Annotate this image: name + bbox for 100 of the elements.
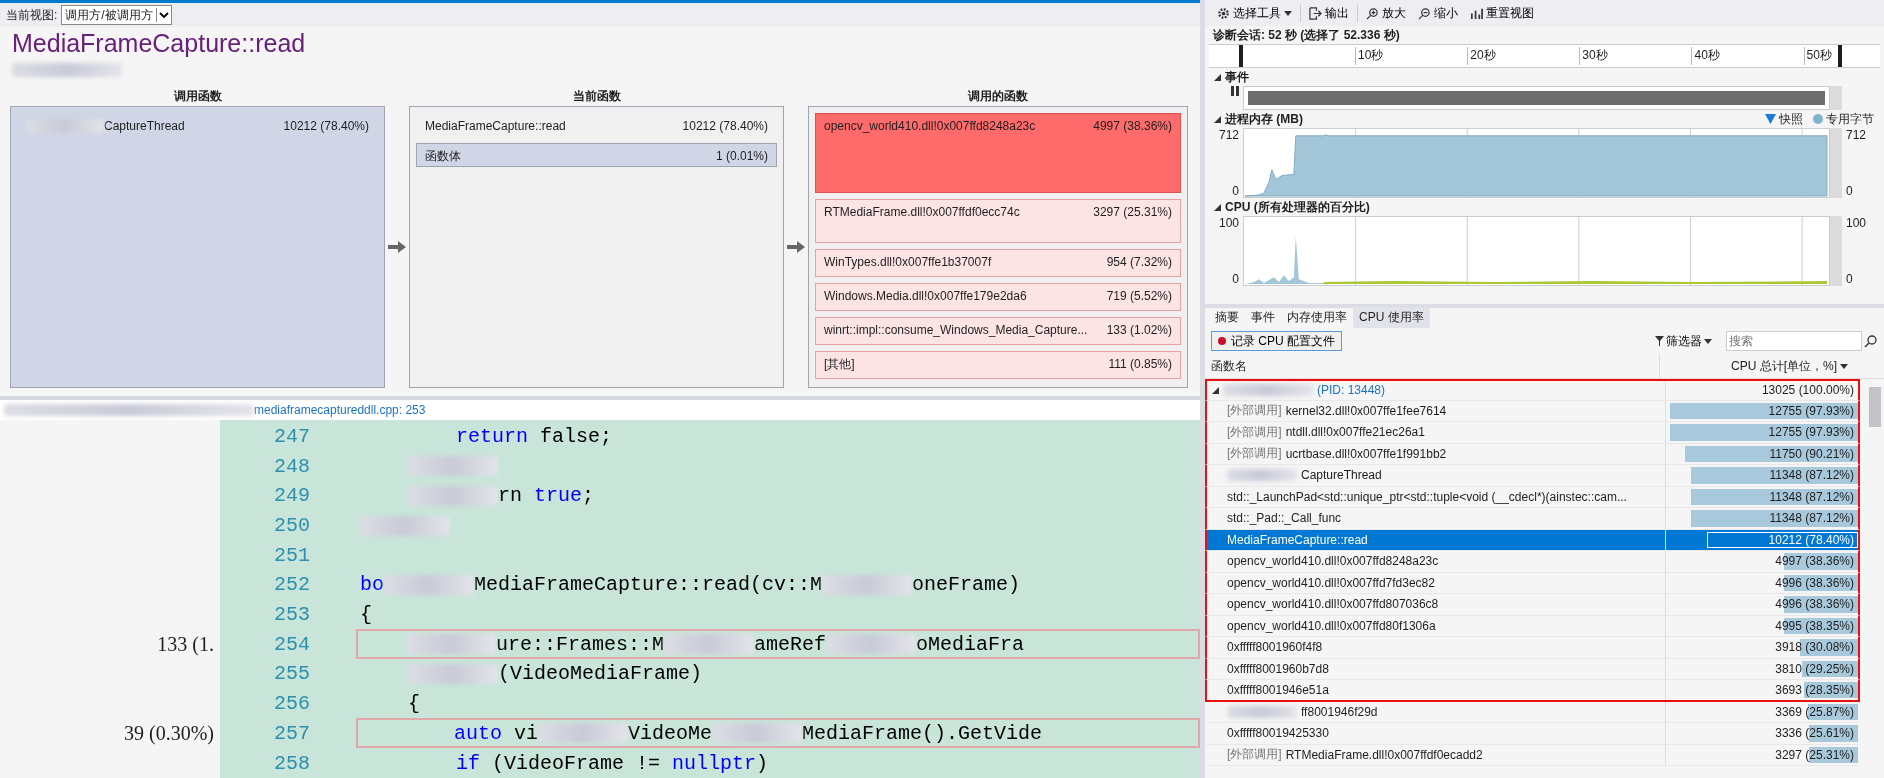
tree-row[interactable]: 0xfffff80019425330 3336 (25.61%) [1205,723,1860,745]
record-icon [1218,337,1226,345]
view-dropdown[interactable]: 调用方/被调用方 [61,5,172,25]
range-handle[interactable] [1239,45,1243,67]
function-name: std::_Pad::_Call_func [1227,511,1342,526]
tree-row[interactable]: opencv_world410.dll!0x007ffd80f1306a 4995 (38.35%) [1205,615,1860,637]
sample-count: 10212 (78.40%) [283,118,369,134]
tree-row[interactable]: 0xfffff8001946e51a 3693 (28.35%) [1205,680,1860,702]
toolbar-button[interactable]: 放大 [1362,2,1410,24]
code-text: ameRef [754,632,827,656]
axis-label: 100 [1846,216,1867,230]
tree-row[interactable]: MediaFrameCapture::read 10212 (78.40%) [1205,529,1860,551]
cpu-value: 11348 (87.12%) [1769,468,1854,483]
caret-icon [155,8,171,22]
callee-item[interactable]: winrt::impl::consume_Windows_Media_Capture... 133 (1.02%) [815,317,1181,345]
tree-row[interactable]: opencv_world410.dll!0x007ffd7fd3ec82 4996 (38.36%) [1205,572,1860,594]
callee-item[interactable]: WinTypes.dll!0x007ffe1b37007f 954 (7.32%) [815,249,1181,277]
gear-icon [1217,6,1230,20]
code-keyword: return [456,425,528,449]
callee-item[interactable]: [其他] 111 (0.85%) [815,351,1181,379]
call-type-label: [外部调用] [1227,423,1282,441]
tree-row[interactable]: 0xfffff8001960f4f8 3918 (30.08%) [1205,637,1860,659]
tree-row[interactable]: [外部调用] ntdll.dll!0x007ffe21ec26a1 12755 (97.93%) [1205,422,1860,444]
callee-item[interactable]: opencv_world410.dll!0x007ffd8248a23c 4997 (38.36%) [815,113,1181,193]
tab[interactable]: 内存使用率 [1281,307,1353,328]
expand-toggle-icon[interactable] [1213,73,1221,81]
tab[interactable]: 事件 [1245,307,1281,328]
function-name: 0xfffff8001960f4f8 [1227,640,1323,655]
function-name: MediaFrameCapture::read [425,118,566,134]
pause-icon [1231,86,1239,96]
function-name: 函数体 [425,148,461,164]
code-text: ) [756,751,769,775]
tree-row[interactable]: [外部调用] RTMediaFrame.dll!0x007ffdf0ecadd2 3297 (25.31%) [1205,744,1860,766]
cpu-value: 3336 (25.61%) [1775,726,1854,741]
process-name: (PID: 13448) [1317,383,1386,398]
column-header[interactable]: 函数名 [1205,354,1659,378]
code-text: { [408,692,420,716]
tab[interactable]: CPU 使用率 [1353,307,1430,328]
line-number: 251 [273,543,311,567]
hit-count: 39 (0.30%) [124,722,214,746]
code-text: MediaFrameCapture::read(cv::M [474,573,823,597]
record-button[interactable]: 记录 CPU 配置文件 [1211,331,1342,351]
cpu-value: 13025 (100.00%) [1761,383,1854,398]
zoom-in-icon [1366,6,1379,20]
file-path-link[interactable]: mediaframecaptureddll.cpp: 253 [254,403,426,417]
caret-icon [1284,10,1292,16]
code-text: vi [513,721,539,745]
line-number: 258 [273,751,311,775]
ruler-tick: 20秒 [1467,47,1496,65]
search-field[interactable]: 搜索 [1726,331,1862,351]
line-number: 257 [273,721,311,745]
tree-row[interactable]: opencv_world410.dll!0x007ffd8248a23c 4997 (38.36%) [1205,551,1860,573]
sample-count: 1 (0.01%) [715,148,768,164]
function-name: opencv_world410.dll!0x007ffd807036c8 [1227,597,1439,612]
section-heading: 进程内存 (MB) [1225,110,1303,128]
code-text: VideoMe [628,721,713,745]
toolbar-button[interactable]: 输出 [1305,2,1353,24]
function-body-item[interactable]: 函数体 1 (0.01%) [416,143,777,167]
call-type-label: [外部调用] [1227,402,1282,420]
tree-row[interactable]: opencv_world410.dll!0x007ffd807036c8 4996 (38.36%) [1205,594,1860,616]
callee-item[interactable]: Windows.Media.dll!0x007ffe179e2da6 719 (5.52%) [815,283,1181,311]
code-text: ; [582,484,595,508]
expand-toggle-icon[interactable] [1213,115,1221,123]
tree-row[interactable]: ff8001946f29d 3369 (25.87%) [1205,701,1860,723]
caret-icon [1840,363,1848,369]
function-name: 0xfffff8001960b7d8 [1227,661,1329,676]
function-name: RTMediaFrame.dll!0x007ffdf0ecadd2 [1285,747,1483,762]
tree-row[interactable]: CaptureThread 11348 (87.12%) [1205,465,1860,487]
toolbar-button[interactable]: 选择工具 [1213,2,1296,24]
code-text: oMediaFra [916,632,1025,656]
tree-row[interactable]: [外部调用] kernel32.dll!0x007ffe1fee7614 12755 (97.93%) [1205,400,1860,422]
expand-toggle-icon[interactable] [1213,203,1221,211]
zoom-out-icon [1418,6,1431,20]
range-handle[interactable] [1838,45,1842,67]
function-name: ntdll.dll!0x007ffe21ec26a1 [1285,425,1425,440]
ruler-tick: 40秒 [1691,47,1720,65]
sample-count: 3297 (25.31%) [1093,204,1172,220]
tree-row[interactable]: [外部调用] ucrtbase.dll!0x007ffe1f991bb2 11750 (90.21%) [1205,443,1860,465]
section-heading: 事件 [1225,68,1249,86]
legend-label: 专用字节 [1826,110,1874,128]
cpu-value: 12755 (97.93%) [1768,425,1854,440]
code-text: ure::Frames::M [496,632,665,656]
tree-row[interactable]: 0xfffff8001960b7d8 3810 (29.25%) [1205,658,1860,680]
toolbar-button[interactable]: 重置视图 [1466,2,1538,24]
toolbar-button[interactable]: 缩小 [1414,2,1462,24]
function-name: RTMediaFrame.dll!0x007ffdf0ecc74c [824,204,1020,220]
tab[interactable]: 摘要 [1209,307,1245,328]
callee-item[interactable]: RTMediaFrame.dll!0x007ffdf0ecc74c 3297 (25.31%) [815,199,1181,243]
scrollbar-thumb[interactable] [1869,387,1881,427]
tree-row[interactable]: std::_LaunchPad<std::unique_ptr<std::tuple<void (__cdecl*)(ainstec::cam... 11348 (87.12%) [1205,486,1860,508]
filter-button[interactable]: 筛选器 [1649,331,1718,351]
current-function[interactable]: MediaFrameCapture::read 10212 (78.40%) [416,113,777,137]
expand-toggle-icon[interactable] [1211,386,1219,395]
sample-count: 4997 (38.36%) [1093,118,1172,134]
sample-count: 133 (1.02%) [1106,322,1172,338]
tree-row[interactable]: (PID: 13448) 13025 (100.00%) [1205,379,1860,401]
caret-icon [1704,338,1712,344]
column-header[interactable]: CPU 总计[单位，%] [1659,354,1854,378]
hit-count: 133 (1. [157,633,214,657]
column-heading: 调用函数 [172,88,223,105]
